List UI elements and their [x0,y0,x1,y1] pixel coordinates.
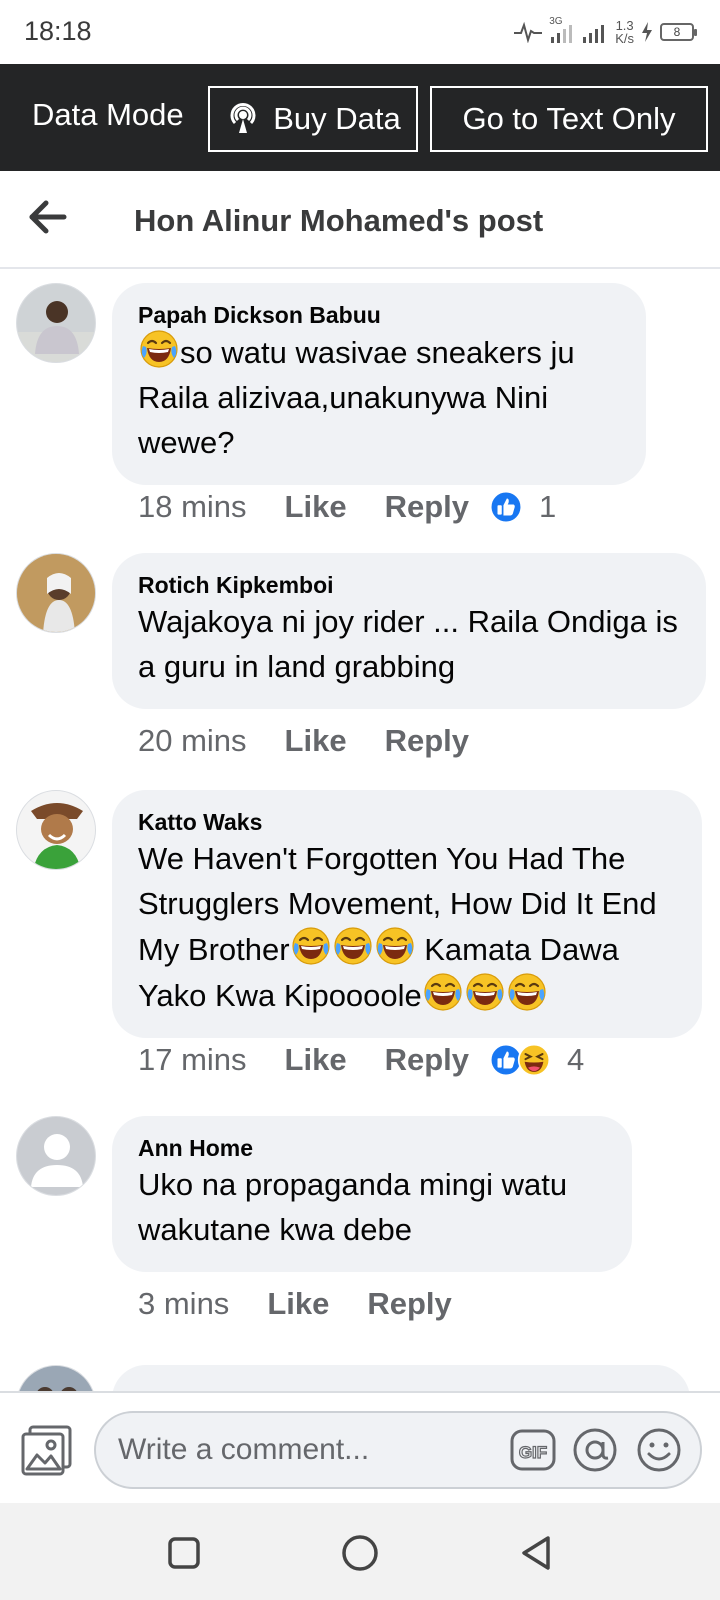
reply-button[interactable]: Reply [385,723,469,759]
battery-icon: 8 [660,23,697,41]
square-icon [168,1537,200,1569]
comment-meta: 17 mins Like Reply 4 [138,1042,584,1078]
comment-author[interactable]: Katto Waks [138,808,676,836]
page-header: Hon Alinur Mohamed's post [0,171,720,269]
activity-icon [514,21,543,43]
signal-strength-icon [583,25,605,43]
comment-text: We Haven't Forgotten You Had The Struggl… [138,841,657,1013]
buy-data-button[interactable]: Buy Data [208,86,418,152]
comment-author[interactable]: Ann Home [138,1134,606,1162]
comment-meta: 18 mins Like Reply 1 [138,489,556,525]
reply-button[interactable]: Reply [367,1286,451,1322]
page-title: Hon Alinur Mohamed's post [134,203,544,238]
default-avatar-icon [17,1117,95,1195]
haha-reaction-icon [517,1043,551,1077]
reply-button[interactable]: Reply [385,489,469,525]
like-button[interactable]: Like [267,1286,329,1322]
comment-text: Uko na propaganda mingi watu wakutane kw… [138,1167,568,1247]
circle-icon [342,1535,378,1571]
gif-button[interactable]: GIF [510,1429,556,1471]
emoji-button[interactable] [636,1427,682,1473]
reaction-summary[interactable]: 1 [489,489,556,525]
laughing-emoji-icon [507,972,547,1012]
comment-meta: 3 mins Like Reply [138,1286,490,1322]
comment-bubble[interactable]: Rotich Kipkemboi Wajakoya ni joy rider .… [112,553,706,709]
data-mode-bar: Data Mode Buy Data Go to Text Only [0,64,720,171]
reaction-summary[interactable]: 4 [489,1042,584,1078]
comment-bubble[interactable]: Ann Home Uko na propaganda mingi watu wa… [112,1116,632,1272]
laughing-emoji-icon [291,926,331,966]
laughing-emoji-icon [139,329,179,369]
comments-list: Papah Dickson Babuu so watu wasivae snea… [0,271,720,1391]
text-only-label: Go to Text Only [462,101,676,136]
like-button[interactable]: Like [285,489,347,525]
buy-data-label: Buy Data [273,101,401,136]
like-reaction-icon [489,490,523,524]
comment-time[interactable]: 20 mins [138,723,247,759]
avatar[interactable] [16,1116,96,1196]
3g-signal-icon: 3G [549,16,575,44]
recents-button[interactable] [162,1531,206,1575]
like-button[interactable]: Like [285,723,347,759]
at-sign-icon [573,1428,617,1472]
comment-time[interactable]: 3 mins [138,1286,229,1322]
laughing-emoji-icon [423,972,463,1012]
reaction-count: 1 [539,489,557,524]
reaction-count: 4 [567,1042,585,1077]
text-only-button[interactable]: Go to Text Only [430,86,708,152]
comment-input-box: GIF [94,1411,702,1489]
avatar[interactable] [16,283,96,363]
comment-time[interactable]: 17 mins [138,1042,247,1078]
status-bar: 18:18 3G 1.3 K/s 8 [0,0,720,64]
triangle-back-icon [522,1536,550,1570]
comment-bubble[interactable] [112,1365,690,1391]
like-button[interactable]: Like [285,1042,347,1078]
comment-input[interactable] [118,1413,498,1487]
back-arrow-icon [29,200,67,234]
avatar[interactable] [16,790,96,870]
comment-author[interactable]: Rotich Kipkemboi [138,571,680,599]
photo-icon [21,1425,72,1476]
back-button[interactable] [24,193,72,241]
comment-meta: 20 mins Like Reply [138,723,507,759]
status-time: 18:18 [24,16,92,46]
laughing-emoji-icon [465,972,505,1012]
broadcast-icon [230,103,256,133]
avatar[interactable] [16,553,96,633]
add-photo-button[interactable] [20,1423,74,1477]
mention-button[interactable] [572,1427,618,1473]
gif-icon: GIF [510,1429,556,1471]
svg-text:GIF: GIF [519,1443,547,1462]
comment-composer: GIF [0,1391,720,1503]
smiley-icon [637,1428,681,1472]
comment-text: so watu wasivae sneakers ju Raila aliziv… [138,329,620,465]
reply-button[interactable]: Reply [385,1042,469,1078]
system-nav-bar [0,1503,720,1600]
laughing-emoji-icon [333,926,373,966]
status-icons: 3G 1.3 K/s 8 [513,14,697,50]
comment-bubble[interactable]: Papah Dickson Babuu so watu wasivae snea… [112,283,646,485]
back-nav-button[interactable] [514,1531,558,1575]
comment-time[interactable]: 18 mins [138,489,247,525]
charging-icon [642,22,652,42]
comment-text: Wajakoya ni joy rider ... Raila Ondiga i… [138,604,678,684]
data-mode-label: Data Mode [32,97,184,132]
comment-bubble[interactable]: Katto Waks We Haven't Forgotten You Had … [112,790,702,1038]
network-speed: 1.3 K/s [615,18,634,46]
laughing-emoji-icon [375,926,415,966]
home-button[interactable] [338,1531,382,1575]
avatar[interactable] [16,1365,96,1391]
comment-author[interactable]: Papah Dickson Babuu [138,301,620,329]
